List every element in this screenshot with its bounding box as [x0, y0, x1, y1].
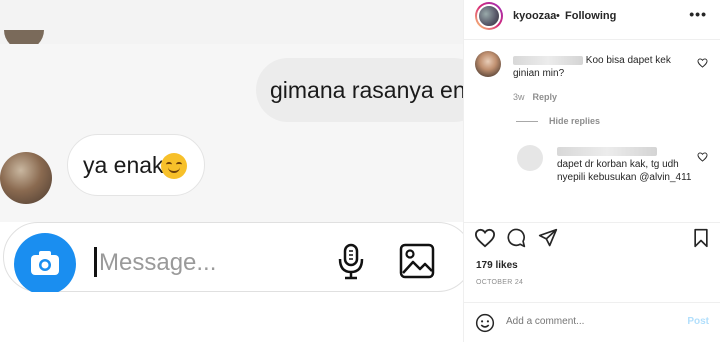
post-date: OCTOBER 24	[476, 279, 524, 286]
chat-top-area	[0, 0, 463, 44]
post-image: gimana rasanya enak ya enak Message...	[0, 0, 463, 342]
share-paper-plane-icon[interactable]	[538, 228, 558, 248]
sender-avatar	[0, 152, 52, 204]
comment-bubble-icon[interactable]	[506, 228, 526, 248]
post-actions	[464, 222, 720, 252]
outgoing-message-bubble: gimana rasanya enak	[256, 58, 463, 122]
outgoing-message-text: gimana rasanya enak	[270, 77, 463, 103]
post-header: kyoozaa • Following •••	[464, 0, 720, 40]
blurred-username	[513, 55, 583, 65]
add-comment-input[interactable]	[506, 316, 676, 327]
message-composer: Message...	[3, 222, 463, 295]
emoji-smile-icon[interactable]	[475, 313, 495, 333]
add-comment-bar: Post	[464, 302, 720, 342]
likes-count[interactable]: 179 likes	[476, 260, 518, 271]
reply-text: dapet dr korban kak, tg udh nyepili kebu…	[557, 147, 697, 184]
replies-divider	[516, 121, 538, 122]
text-cursor	[94, 247, 97, 277]
comments-panel: kyoozaa • Following ••• Koo bisa dapet k…	[463, 0, 720, 342]
post-image-bottom	[0, 292, 463, 342]
incoming-message-text: ya enak	[83, 152, 164, 178]
hide-replies-link[interactable]: Hide replies	[549, 116, 600, 126]
following-button[interactable]: Following	[565, 10, 616, 22]
comment-like-heart-icon[interactable]	[697, 58, 708, 68]
comment-age: 3w	[513, 92, 525, 102]
reply-link[interactable]: Reply	[533, 92, 558, 102]
smiling-face-emoji-icon	[161, 153, 187, 179]
author-username[interactable]: kyoozaa	[513, 10, 556, 22]
camera-button	[14, 233, 76, 295]
like-heart-icon[interactable]	[474, 228, 496, 248]
post-comment-button[interactable]: Post	[687, 316, 709, 327]
reply-body: dapet dr korban kak, tg udh nyepili kebu…	[557, 159, 692, 183]
gallery-icon	[399, 243, 435, 279]
reply-like-heart-icon[interactable]	[697, 152, 708, 162]
author-avatar[interactable]	[475, 2, 503, 30]
save-bookmark-icon[interactable]	[693, 228, 709, 248]
message-input-placeholder: Message...	[99, 249, 217, 276]
commenter-avatar[interactable]	[475, 51, 501, 77]
microphone-icon	[338, 243, 364, 280]
comment-text: Koo bisa dapet kek ginian min?	[513, 54, 693, 80]
blurred-reply-username	[557, 147, 657, 156]
more-options-icon[interactable]: •••	[689, 6, 707, 22]
header-separator: •	[556, 10, 560, 22]
reply-avatar[interactable]	[517, 145, 543, 171]
camera-icon	[31, 251, 59, 275]
incoming-message-bubble: ya enak	[67, 134, 205, 196]
comment-meta: 3w Reply	[513, 92, 557, 102]
